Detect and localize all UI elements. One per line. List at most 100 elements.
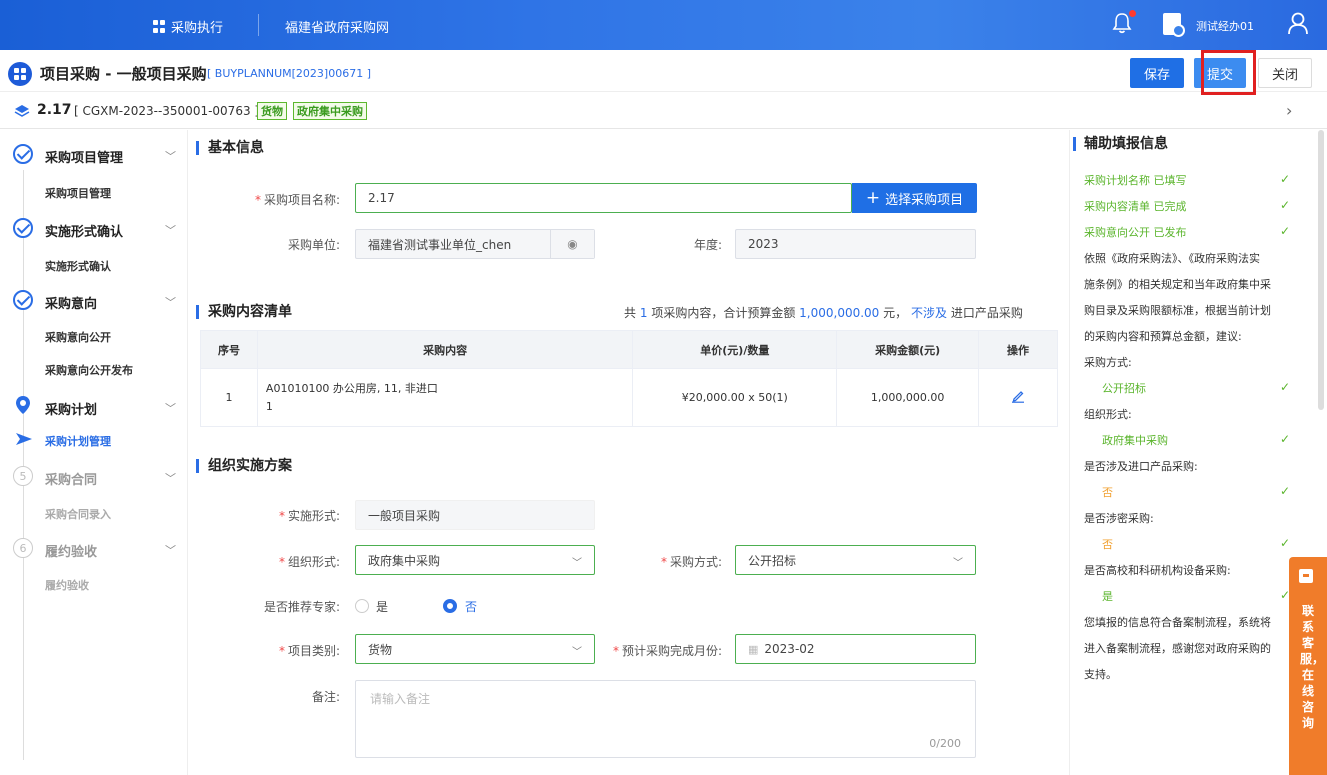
app-grid-icon [8, 62, 32, 86]
check-icon: ✓ [1280, 198, 1291, 212]
customer-service-button[interactable]: 联系客服，在线咨询 [1289, 557, 1327, 775]
assist-row: 是否涉及进口产品采购: [1084, 460, 1198, 473]
grid-icon [153, 20, 166, 33]
column-header: 采购内容 [256, 330, 634, 369]
row-content-line1: A01010100 办公用房, 11, 非进口 [265, 381, 438, 395]
version-number: 2.17 [37, 102, 72, 118]
check-icon: ✓ [1280, 224, 1291, 238]
scrollbar[interactable] [1318, 130, 1324, 410]
expert-yes-radio[interactable] [355, 599, 369, 613]
category-select[interactable]: 货物 ﹀ [355, 634, 595, 664]
check-icon: ✓ [1280, 380, 1291, 394]
user-name[interactable]: 测试经办01 [1196, 18, 1254, 34]
assist-title: 辅助填报信息 [1073, 137, 1168, 151]
sidebar-group-label: 实施形式确认 [45, 225, 124, 240]
remark-textarea[interactable]: 请输入备注 0/200 [355, 680, 976, 758]
check-circle-icon [13, 290, 33, 310]
sidebar-item-acceptance[interactable]: 履约验收 [45, 577, 89, 593]
step-6-icon: 6 [13, 538, 33, 558]
edit-icon[interactable] [1011, 389, 1025, 403]
assist-row: 是否涉密采购: [1084, 512, 1154, 525]
org-select[interactable]: 政府集中采购 ﹀ [355, 545, 595, 575]
assist-row: 采购方式: [1084, 356, 1132, 369]
plus-icon: + [865, 187, 881, 208]
location-pin-icon [16, 396, 30, 414]
document-user-icon[interactable] [1163, 13, 1185, 37]
assist-row: 进入备案制流程，感谢您对政府采购的 [1084, 642, 1271, 655]
table-row: 1 A01010100 办公用房, 11, 非进口 1 ¥20,000.00 x… [200, 368, 1058, 427]
method-select[interactable]: 公开招标 ﹀ [735, 545, 976, 575]
unit-label: 采购单位: [287, 238, 340, 252]
execution-menu[interactable]: 采购执行 [153, 17, 223, 36]
chevron-down-icon[interactable]: ﹀ [165, 222, 176, 238]
remark-placeholder: 请输入备注 [370, 692, 431, 706]
assist-row: 的采购内容和预算总金额，建议: [1084, 330, 1242, 343]
sidebar-item-plan-management[interactable]: 采购计划管理 [45, 433, 111, 449]
month-value: 2023-02 [764, 642, 815, 656]
chevron-down-icon: ﹀ [572, 558, 582, 569]
project-name-input[interactable]: 2.17 [355, 183, 852, 213]
chevron-down-icon[interactable]: ﹀ [165, 294, 176, 310]
unit-value: 福建省测试事业单位_chen [368, 237, 512, 252]
main-form: 基本信息 * 采购项目名称: 2.17 + 选择采购项目 采购单位: 福建省测试事… [190, 130, 1065, 775]
sidebar-item-intention-disclosure[interactable]: 采购意向公开 [45, 329, 111, 345]
assist-row: 施条例》的相关规定和当年政府集中采 [1084, 278, 1271, 291]
step-sidebar: 采购项目管理 ﹀ 采购项目管理 实施形式确认 ﹀ 实施形式确认 采购意向 ﹀ 采… [0, 130, 188, 775]
project-name-label: * 采购项目名称: [254, 193, 340, 207]
impl-label: * 实施形式: [278, 509, 340, 523]
check-icon: ✓ [1280, 536, 1291, 550]
column-header: 操作 [978, 330, 1058, 369]
assist-panel: 辅助填报信息 采购计划名称 已填写 ✓ 采购内容清单 已完成 ✓ 采购意向公开 已发布 ✓… [1069, 130, 1315, 775]
column-header: 单价(元)/数量 [632, 330, 838, 369]
person-icon[interactable] [1287, 11, 1309, 35]
sidebar-item-project-management[interactable]: 采购项目管理 [45, 185, 111, 201]
row-amount: 1,000,000.00 [836, 368, 980, 427]
assist-row: 依照《政府采购法》、《政府采购法实 [1084, 252, 1260, 265]
execution-menu-label: 采购执行 [171, 21, 224, 36]
assist-row: 否 [1102, 486, 1113, 499]
row-actions [978, 368, 1058, 427]
method-value: 公开招标 [748, 553, 797, 568]
site-name-link[interactable]: 福建省政府采购网 [285, 17, 389, 36]
arrow-pointer-icon [16, 433, 32, 445]
year-label: 年度: [693, 238, 722, 252]
sidebar-item-implementation[interactable]: 实施形式确认 [45, 258, 111, 274]
chevron-down-icon[interactable]: ﹀ [165, 400, 176, 416]
expert-label: 是否推荐专家: [263, 600, 340, 614]
procurement-list-table: 序号 采购内容 单价(元)/数量 采购金额(元) 操作 1 A01010100 … [200, 330, 1058, 427]
assist-row: 是 [1102, 590, 1113, 603]
table-header-row: 序号 采购内容 单价(元)/数量 采购金额(元) 操作 [200, 330, 1058, 369]
assist-row: 公开招标 [1102, 382, 1146, 395]
notification-dot [1129, 10, 1136, 17]
assist-row: 购目录及采购限额标准，根据当前计划 [1084, 304, 1271, 317]
expert-no-radio[interactable] [443, 599, 457, 613]
assist-row: 采购意向公开 已发布 [1084, 226, 1187, 239]
method-label: * 采购方式: [660, 555, 722, 569]
close-button[interactable]: 关闭 [1258, 58, 1312, 88]
customer-service-label: 联系客服，在线咨询 [1300, 604, 1325, 730]
select-project-button[interactable]: + 选择采购项目 [852, 183, 977, 213]
sidebar-item-intention-publish[interactable]: 采购意向公开发布 [45, 362, 133, 378]
highlight-box [1201, 50, 1256, 95]
chevron-down-icon[interactable]: ﹀ [165, 542, 176, 558]
chevron-down-icon[interactable]: ﹀ [165, 148, 176, 164]
save-button[interactable]: 保存 [1130, 58, 1184, 88]
sidebar-item-contract-entry[interactable]: 采购合同录入 [45, 506, 111, 522]
assist-row: 政府集中采购 [1102, 434, 1168, 447]
year-field: 2023 [735, 229, 976, 259]
chevron-down-icon[interactable]: ﹀ [165, 470, 176, 486]
expert-yes-label[interactable]: 是 [376, 598, 388, 615]
eye-icon[interactable]: ◉ [550, 230, 594, 258]
check-icon: ✓ [1280, 484, 1291, 498]
remark-label: 备注: [311, 690, 340, 704]
chevron-right-icon[interactable]: › [1286, 101, 1292, 120]
org-label: * 组织形式: [278, 555, 340, 569]
assist-row: 采购内容清单 已完成 [1084, 200, 1187, 213]
chat-icon [1299, 569, 1313, 583]
plan-code: [ BUYPLANNUM[2023]00671 ] [207, 67, 372, 80]
expert-no-label[interactable]: 否 [465, 598, 477, 615]
layers-icon [14, 105, 30, 117]
sidebar-group-label: 采购计划 [45, 403, 98, 418]
month-picker[interactable]: ▦ 2023-02 [735, 634, 976, 664]
column-header: 采购金额(元) [836, 330, 980, 369]
